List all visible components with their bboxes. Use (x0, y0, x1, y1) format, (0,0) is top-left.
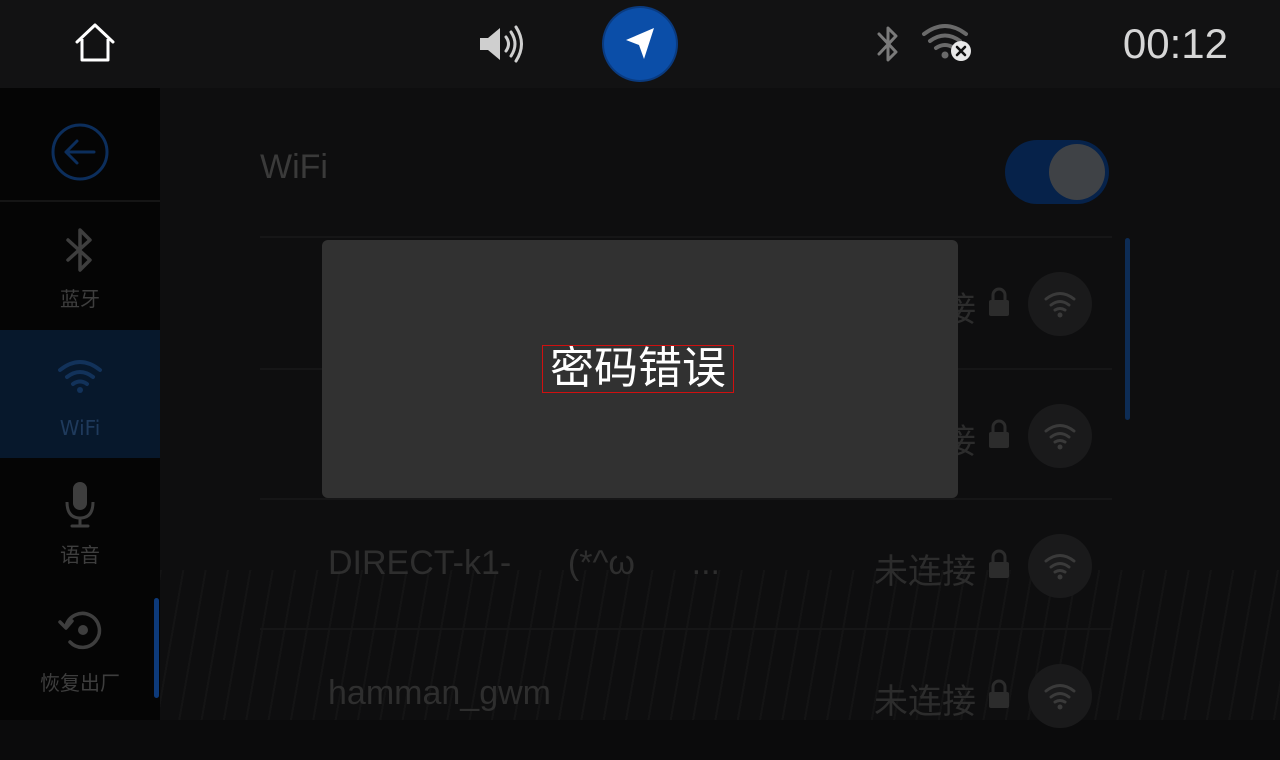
sidebar-item-bluetooth[interactable]: 蓝牙 (0, 202, 160, 330)
navigation-icon (626, 28, 654, 59)
navigation-button[interactable] (604, 8, 676, 80)
wifi-signal-icon (1044, 292, 1076, 318)
sidebar-item-label: WiFi (59, 416, 101, 440)
network-row[interactable]: DIRECT-k1- (*^ω ... 未连接 (260, 500, 1112, 630)
page-title: WiFi (260, 148, 328, 186)
wifi-signal-icon (1044, 424, 1076, 450)
lock-icon (989, 419, 1009, 448)
sidebar-scrollbar[interactable] (154, 598, 159, 698)
error-dialog[interactable]: 密码错误 (322, 240, 958, 498)
error-message: 密码错误 (542, 345, 734, 393)
wifi-icon (58, 360, 102, 393)
sidebar-item-wifi[interactable]: WiFi (0, 330, 160, 458)
wifi-signal-button[interactable] (1028, 272, 1092, 336)
factory-reset-icon (58, 611, 102, 650)
status-bar: 00:12 (0, 0, 1280, 88)
network-name: DIRECT-k1- (*^ω ... (328, 544, 720, 582)
toggle-knob (1049, 144, 1105, 200)
lock-icon (989, 287, 1009, 316)
sidebar-item-label: 语音 (60, 543, 100, 567)
clock: 00:12 (1122, 20, 1228, 67)
wifi-signal-icon (1044, 554, 1076, 580)
wifi-signal-button[interactable] (1028, 404, 1092, 468)
sidebar-item-factory-reset[interactable]: 恢复出厂 (0, 586, 160, 714)
wifi-signal-icon (1044, 684, 1076, 710)
back-button[interactable] (0, 88, 160, 202)
volume-icon[interactable] (476, 22, 528, 66)
network-status: 未连接 (874, 682, 976, 722)
sidebar-item-label: 蓝牙 (60, 287, 100, 311)
wifi-disconnected-icon (922, 24, 971, 61)
network-status: 未连接 (874, 552, 976, 592)
home-icon[interactable] (72, 20, 118, 66)
bluetooth-icon (66, 228, 92, 272)
back-arrow-icon (51, 123, 109, 181)
network-list-scrollbar[interactable] (1125, 238, 1130, 420)
network-row[interactable]: hamman_gwm 未连接 (260, 630, 1112, 760)
lock-icon (989, 679, 1009, 708)
wifi-toggle[interactable] (1005, 140, 1109, 204)
microphone-icon (65, 482, 95, 528)
sidebar-item-voice[interactable]: 语音 (0, 458, 160, 586)
wifi-signal-button[interactable] (1028, 664, 1092, 728)
network-name: hamman_gwm (328, 674, 551, 712)
settings-sidebar: 蓝牙 WiFi 语音 恢复出厂 (0, 88, 160, 720)
bluetooth-icon (877, 26, 898, 62)
sidebar-item-label: 恢复出厂 (40, 671, 120, 695)
wifi-signal-button[interactable] (1028, 534, 1092, 598)
lock-icon (989, 549, 1009, 578)
